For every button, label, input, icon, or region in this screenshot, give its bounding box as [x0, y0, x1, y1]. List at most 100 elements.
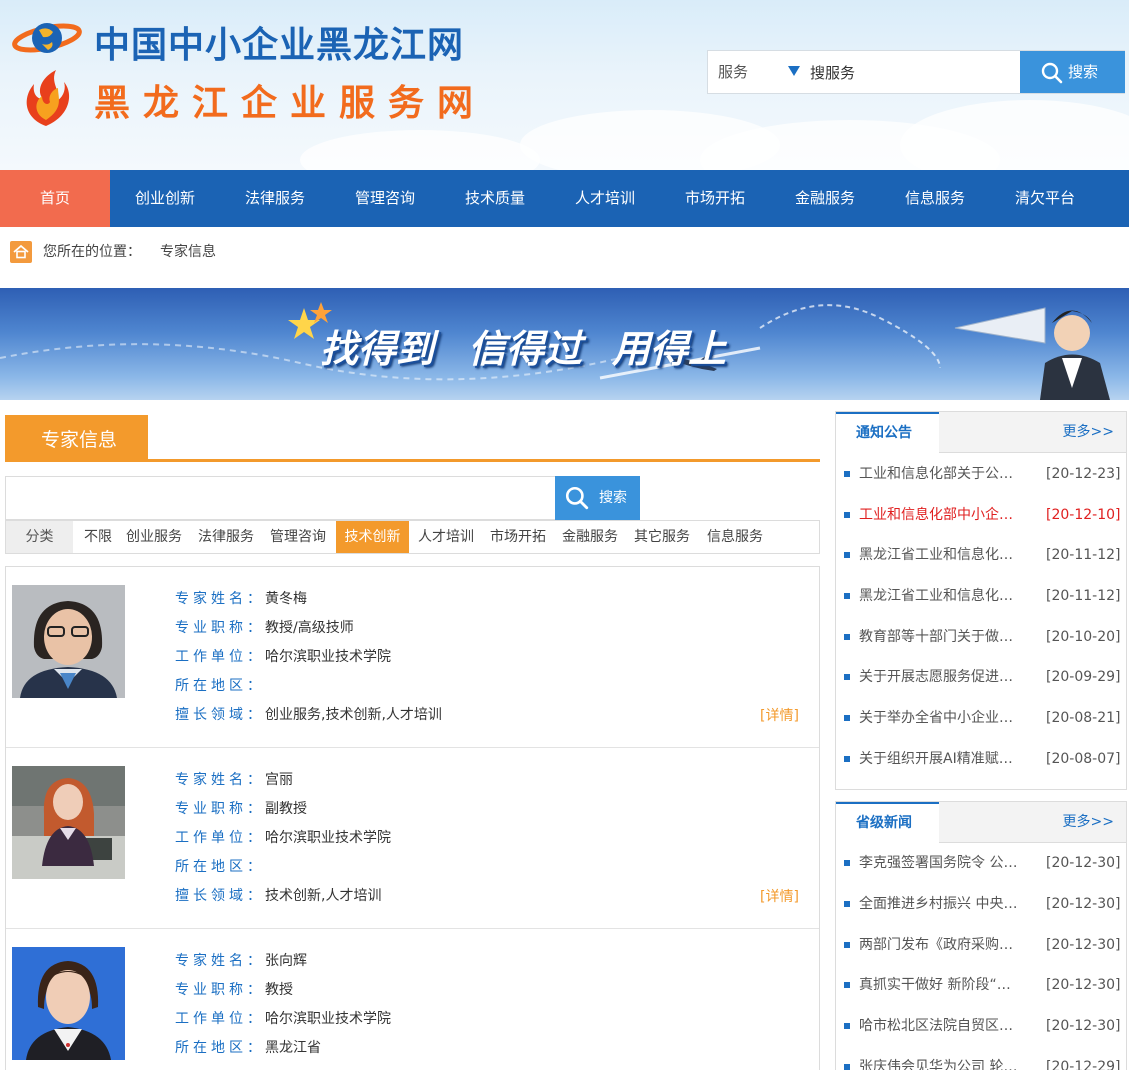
tab-provincial-news[interactable]: 省级新闻 [836, 802, 939, 844]
nav-legal[interactable]: 法律服务 [220, 170, 330, 227]
breadcrumb: 您所在的位置： 专家信息 [10, 240, 310, 264]
expert-card: 专家姓名：黄冬梅 专业职称：教授/高级技师 工作单位：哈尔滨职业技术学院 所在地… [6, 567, 819, 748]
nav-market[interactable]: 市场开拓 [660, 170, 770, 227]
site-search-button[interactable]: 搜索 [1020, 51, 1125, 93]
nav-tech-quality[interactable]: 技术质量 [440, 170, 550, 227]
expert-unit: 哈尔滨职业技术学院 [265, 830, 391, 846]
notice-item[interactable]: 关于开展志愿服务促进… [20-09-29] [844, 667, 1120, 687]
expert-title-row: 专业职称：教授/高级技师 [175, 618, 354, 638]
expert-name-label: 专家姓名： [175, 953, 265, 969]
expert-name: 张向辉 [265, 953, 307, 969]
expert-photo[interactable] [12, 766, 125, 879]
expert-field: 技术创新,人才培训 [265, 888, 382, 904]
nav-entrepreneurship[interactable]: 创业创新 [110, 170, 220, 227]
expert-name: 黄冬梅 [265, 591, 307, 607]
nav-debt-platform[interactable]: 清欠平台 [990, 170, 1100, 227]
breadcrumb-label: 您所在的位置： [43, 244, 141, 260]
news-more-link[interactable]: 更多>> [1063, 802, 1114, 842]
news-item[interactable]: 真抓实干做好 新阶段“… [20-12-30] [844, 975, 1120, 995]
category-startup-service[interactable]: 创业服务 [121, 521, 187, 553]
site-title-sub: 黑龙江企业服务网 [94, 83, 487, 124]
category-filter-label: 分类 [6, 521, 73, 553]
expert-search-input[interactable] [6, 477, 552, 519]
expert-title-label: 专业职称： [175, 620, 265, 636]
nav-home[interactable]: 首页 [0, 170, 110, 227]
site-title-main: 中国中小企业黑龙江网 [94, 25, 465, 66]
notice-more-link[interactable]: 更多>> [1063, 412, 1114, 452]
section-title: 专家信息 [5, 415, 148, 459]
notice-item[interactable]: 工业和信息化部中小企… [20-12-10] [844, 505, 1120, 525]
banner-slogan-3: 用得上 [612, 327, 727, 371]
nav-finance[interactable]: 金融服务 [770, 170, 880, 227]
home-icon[interactable] [10, 241, 32, 263]
expert-unit-row: 工作单位：哈尔滨职业技术学院 [175, 647, 391, 667]
notice-box: 通知公告 更多>> 工业和信息化部关于公… [20-12-23] 工业和信息化部中… [835, 411, 1127, 790]
expert-unit-row: 工作单位：哈尔滨职业技术学院 [175, 1009, 391, 1029]
news-item[interactable]: 张庆伟会见华为公司 轮… [20-12-29] [844, 1057, 1120, 1070]
expert-field-row: 擅长领域：创业服务,技术创新,人才培训 [175, 705, 442, 725]
expert-search-button-label: 搜索 [599, 490, 627, 506]
category-other[interactable]: 其它服务 [629, 521, 695, 553]
expert-name-row: 专家姓名：黄冬梅 [175, 589, 307, 609]
category-legal-service[interactable]: 法律服务 [193, 521, 259, 553]
category-tech-innovation[interactable]: 技术创新 [336, 521, 409, 553]
category-training[interactable]: 人才培训 [413, 521, 479, 553]
expert-field-label: 擅长领域： [175, 707, 265, 723]
news-item[interactable]: 李克强签署国务院令 公… [20-12-30] [844, 853, 1120, 873]
nav-information[interactable]: 信息服务 [880, 170, 990, 227]
tab-notices[interactable]: 通知公告 [836, 412, 939, 454]
expert-unit: 哈尔滨职业技术学院 [265, 649, 391, 665]
category-consulting[interactable]: 管理咨询 [265, 521, 331, 553]
expert-detail-link[interactable]: [详情] [760, 886, 799, 906]
expert-name-row: 专家姓名：宫丽 [175, 770, 293, 790]
notice-item[interactable]: 教育部等十部门关于做… [20-10-20] [844, 627, 1120, 647]
nav-consulting[interactable]: 管理咨询 [330, 170, 440, 227]
category-market[interactable]: 市场开拓 [485, 521, 551, 553]
expert-region-row: 所在地区：黑龙江省 [175, 1038, 321, 1058]
notice-item[interactable]: 关于举办全省中小企业… [20-08-21] [844, 708, 1120, 728]
notice-box-header: 通知公告 更多>> [836, 412, 1126, 454]
expert-unit: 哈尔滨职业技术学院 [265, 1011, 391, 1027]
caret-down-icon[interactable] [788, 66, 800, 76]
site-search: 服务 搜索 [707, 50, 1125, 94]
expert-title: 教授 [265, 982, 293, 998]
expert-card: 专家姓名：宫丽 专业职称：副教授 工作单位：哈尔滨职业技术学院 所在地区： 擅长… [6, 748, 819, 929]
expert-region-row: 所在地区： [175, 676, 265, 696]
notice-item[interactable]: 关于组织开展AI精准赋… [20-08-07] [844, 749, 1120, 769]
breadcrumb-current[interactable]: 专家信息 [160, 240, 216, 264]
expert-name-row: 专家姓名：张向辉 [175, 951, 307, 971]
category-all[interactable]: 不限 [81, 521, 115, 553]
expert-card: 专家姓名：张向辉 专业职称：教授 工作单位：哈尔滨职业技术学院 所在地区：黑龙江… [6, 929, 819, 1070]
expert-photo[interactable] [12, 585, 125, 698]
expert-field: 创业服务,技术创新,人才培训 [265, 707, 442, 723]
expert-field-row: 擅长领域：技术创新,人才培训 [175, 886, 381, 906]
expert-title: 教授/高级技师 [265, 620, 354, 636]
notice-item[interactable]: 工业和信息化部关于公… [20-12-23] [844, 464, 1120, 484]
expert-name-label: 专家姓名： [175, 591, 265, 607]
category-information[interactable]: 信息服务 [702, 521, 768, 553]
news-item[interactable]: 两部门发布《政府采购… [20-12-30] [844, 935, 1120, 955]
site-search-input[interactable] [810, 51, 1020, 93]
banner-slogan-2: 信得过 [468, 327, 583, 371]
expert-region: 黑龙江省 [265, 1040, 321, 1056]
nav-training[interactable]: 人才培训 [550, 170, 660, 227]
expert-list: 专家姓名：黄冬梅 专业职称：教授/高级技师 工作单位：哈尔滨职业技术学院 所在地… [5, 566, 820, 1070]
expert-search: 搜索 [5, 476, 640, 520]
expert-search-button[interactable]: 搜索 [555, 476, 640, 520]
flame-logo-icon [26, 70, 70, 126]
expert-name: 宫丽 [265, 772, 293, 788]
news-item[interactable]: 哈市松北区法院自贸区… [20-12-30] [844, 1016, 1120, 1036]
notice-item[interactable]: 黑龙江省工业和信息化… [20-11-12] [844, 586, 1120, 606]
notice-item[interactable]: 黑龙江省工业和信息化… [20-11-12] [844, 545, 1120, 565]
expert-title-label: 专业职称： [175, 801, 265, 817]
expert-title-label: 专业职称： [175, 982, 265, 998]
expert-photo[interactable] [12, 947, 125, 1060]
search-icon [565, 486, 589, 510]
expert-detail-link[interactable]: [详情] [760, 705, 799, 725]
expert-unit-label: 工作单位： [175, 649, 265, 665]
expert-region-row: 所在地区： [175, 857, 265, 877]
category-finance[interactable]: 金融服务 [557, 521, 623, 553]
expert-unit-label: 工作单位： [175, 1011, 265, 1027]
news-item[interactable]: 全面推进乡村振兴 中央… [20-12-30] [844, 894, 1120, 914]
expert-region-label: 所在地区： [175, 1040, 265, 1056]
